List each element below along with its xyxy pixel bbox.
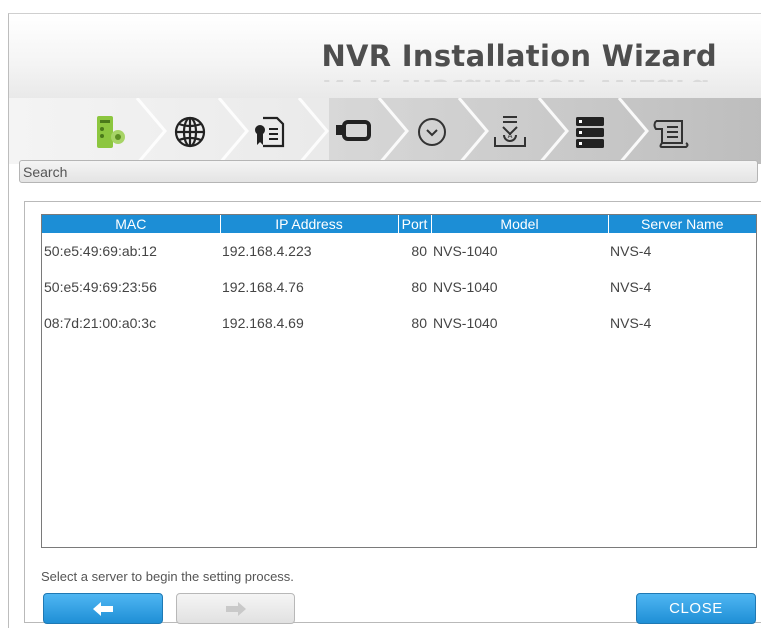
step-4-storage[interactable] xyxy=(331,111,373,153)
search-field[interactable]: Search xyxy=(19,160,758,183)
back-button[interactable] xyxy=(43,593,163,624)
summary-icon xyxy=(653,120,689,148)
column-header-model[interactable]: Model xyxy=(431,215,609,233)
arrow-right-icon xyxy=(225,601,246,616)
column-header-server-name[interactable]: Server Name xyxy=(608,215,756,233)
clock-icon xyxy=(418,118,446,146)
wizard-title-reflection: NVR Installation Wizard xyxy=(321,72,717,82)
hard-drive-icon xyxy=(336,120,371,141)
search-label: Search xyxy=(23,164,68,180)
title-area: NVR Installation Wizard NVR Installation… xyxy=(321,38,717,82)
server-list-icon xyxy=(576,117,604,148)
cell-server-name: NVS-4 xyxy=(610,279,652,295)
cell-server-name: NVS-4 xyxy=(610,315,652,331)
globe-icon xyxy=(174,116,206,148)
cell-mac: 50:e5:49:69:ab:12 xyxy=(44,243,157,259)
license-icon xyxy=(255,116,285,148)
close-button[interactable]: CLOSE xyxy=(636,593,756,624)
cell-port: 80 xyxy=(411,279,427,295)
cell-model: NVS-1040 xyxy=(433,243,498,259)
cell-model: NVS-1040 xyxy=(433,279,498,295)
wizard-window: NVR Installation Wizard NVR Installation… xyxy=(8,13,761,628)
wizard-header: NVR Installation Wizard NVR Installation… xyxy=(9,14,761,98)
server-panel: MAC IP Address Port Model Server Name 50… xyxy=(24,201,761,624)
step-2-network[interactable] xyxy=(169,111,211,153)
table-header-row: MAC IP Address Port Model Server Name xyxy=(42,215,756,233)
table-row[interactable]: 08:7d:21:00:a0:3c 192.168.4.69 80 NVS-10… xyxy=(42,305,756,341)
arrow-left-icon xyxy=(93,601,113,616)
table-row[interactable]: 50:e5:49:69:23:56 192.168.4.76 80 NVS-10… xyxy=(42,269,756,305)
svg-text:A: A xyxy=(508,132,513,140)
cell-port: 80 xyxy=(411,243,427,259)
column-header-mac[interactable]: MAC xyxy=(42,215,221,233)
nvr-device-icon xyxy=(97,116,125,148)
server-table: MAC IP Address Port Model Server Name 50… xyxy=(42,215,756,341)
cell-ip-address: 192.168.4.223 xyxy=(222,243,312,259)
table-row[interactable]: 50:e5:49:69:ab:12 192.168.4.223 80 NVS-1… xyxy=(42,233,756,269)
step-3-license[interactable] xyxy=(249,111,291,153)
cell-ip-address: 192.168.4.76 xyxy=(222,279,304,295)
step-5-time[interactable] xyxy=(411,111,453,153)
cell-port: 80 xyxy=(411,315,427,331)
step-progress-bar: A xyxy=(9,98,761,164)
step-6-install[interactable]: A xyxy=(489,111,531,153)
cell-model: NVS-1040 xyxy=(433,315,498,331)
next-button[interactable] xyxy=(176,593,295,624)
column-header-port[interactable]: Port xyxy=(398,215,432,233)
step-7-servers[interactable] xyxy=(569,111,611,153)
instruction-text: Select a server to begin the setting pro… xyxy=(41,569,294,584)
wizard-title: NVR Installation Wizard xyxy=(321,39,717,73)
step-8-summary[interactable] xyxy=(651,111,693,153)
cell-ip-address: 192.168.4.69 xyxy=(222,315,304,331)
cell-mac: 50:e5:49:69:23:56 xyxy=(44,279,157,295)
server-table-container: MAC IP Address Port Model Server Name 50… xyxy=(41,214,757,548)
column-header-ip-address[interactable]: IP Address xyxy=(220,215,399,233)
install-icon: A xyxy=(494,116,526,147)
step-1-nvr[interactable] xyxy=(89,111,131,153)
cell-server-name: NVS-4 xyxy=(610,243,652,259)
cell-mac: 08:7d:21:00:a0:3c xyxy=(44,315,157,331)
